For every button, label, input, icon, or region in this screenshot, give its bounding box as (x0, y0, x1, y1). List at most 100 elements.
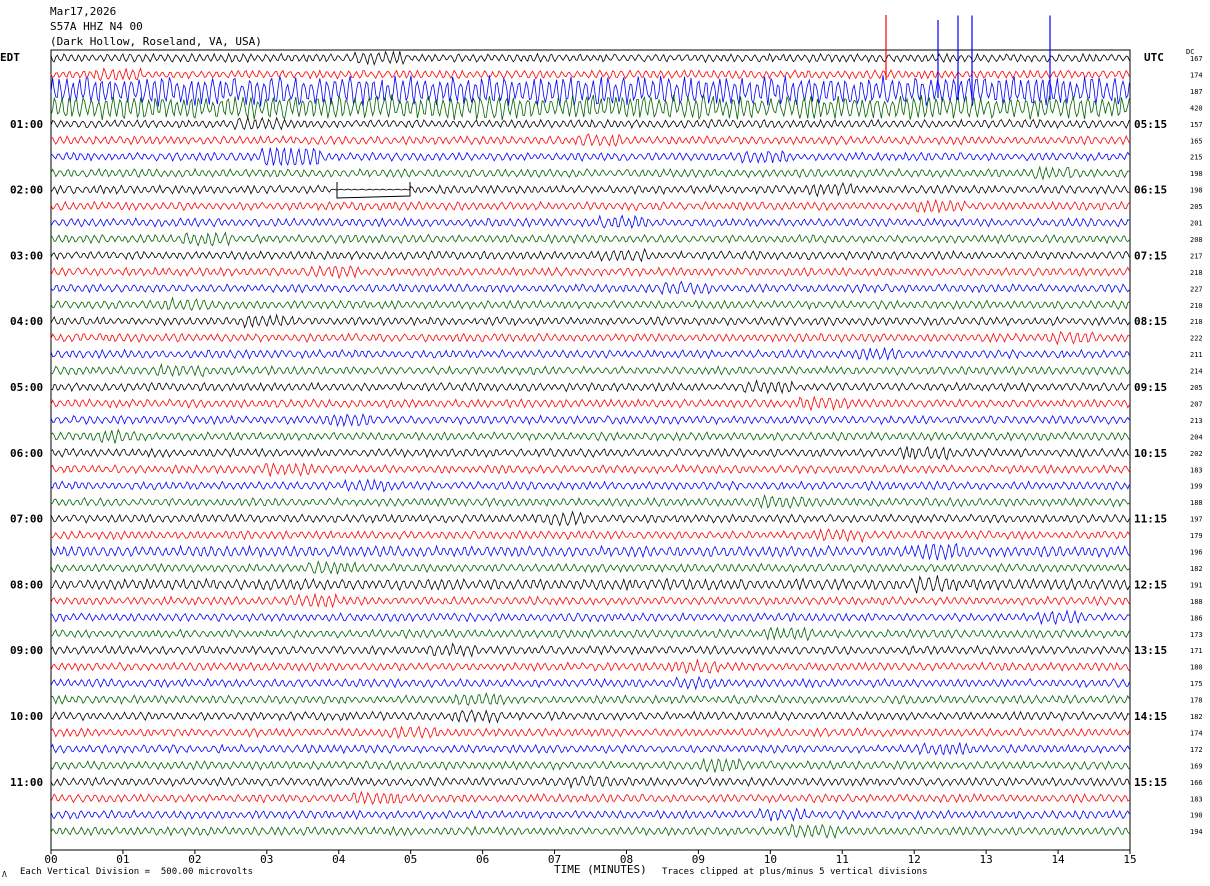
left-hour-label: 10:00 (10, 710, 43, 723)
trace-8 (50, 165, 1130, 181)
trace-26 (50, 462, 1130, 478)
trace-21 (50, 379, 1130, 395)
trace-25 (50, 446, 1130, 461)
right-hour-label: 06:15 (1134, 184, 1167, 197)
trace-32 (50, 560, 1130, 575)
trace-24 (50, 428, 1130, 444)
right-hour-label: 09:15 (1134, 381, 1167, 394)
trace-23 (50, 413, 1130, 428)
x-tick-label: 12 (908, 853, 921, 866)
trace-offset-label: 167 (1190, 55, 1203, 63)
trace-offset-label: 182 (1190, 565, 1203, 573)
trace-offset-label: 217 (1190, 252, 1203, 260)
trace-10 (50, 198, 1130, 214)
left-hour-label: 06:00 (10, 447, 43, 460)
left-hour-label: 04:00 (10, 315, 43, 328)
trace-offset-label: 420 (1190, 104, 1203, 112)
trace-offset-label: 213 (1190, 417, 1203, 425)
trace-offset-label: 188 (1190, 499, 1203, 507)
trace-11 (50, 214, 1130, 230)
plot-frame (50, 49, 1131, 851)
trace-42 (50, 725, 1130, 740)
trace-12 (50, 231, 1130, 247)
trace-offset-label: 207 (1190, 400, 1203, 408)
trace-35 (50, 609, 1130, 626)
trace-offset-label: 205 (1190, 203, 1203, 211)
trace-offset-label: 157 (1190, 121, 1203, 129)
trace-6 (50, 133, 1130, 147)
scale-note: Each Vertical Division = 500.00 microvol… (20, 867, 253, 877)
left-hour-label: 11:00 (10, 776, 43, 789)
right-hour-label: 07:15 (1134, 249, 1167, 262)
trace-offset-label: 215 (1190, 154, 1203, 162)
x-tick-label: 11 (836, 853, 849, 866)
x-tick-label: 03 (260, 853, 273, 866)
x-axis-title: TIME (MINUTES) (554, 863, 647, 876)
left-hour-label: 05:00 (10, 381, 43, 394)
trace-39 (50, 675, 1130, 691)
trace-offset-label: 165 (1190, 137, 1203, 145)
x-tick-label: 02 (188, 853, 201, 866)
left-hour-label: 07:00 (10, 513, 43, 526)
trace-offset-label: 202 (1190, 450, 1203, 458)
trace-19 (50, 347, 1130, 361)
right-hour-label: 05:15 (1134, 118, 1167, 131)
trace-offset-label: 214 (1190, 368, 1203, 376)
right-hour-label: 12:15 (1134, 578, 1167, 591)
right-hour-label: 13:15 (1134, 644, 1167, 657)
trace-22 (50, 395, 1130, 412)
trace-offset-label: 169 (1190, 762, 1203, 770)
trace-43 (50, 742, 1130, 756)
trace-offset-label: 218 (1190, 269, 1203, 277)
trace-46 (50, 790, 1130, 806)
right-hour-label: 15:15 (1134, 776, 1167, 789)
left-hour-label: 01:00 (10, 118, 43, 131)
trace-offset-label: 179 (1190, 532, 1203, 540)
trace-offset-label: 180 (1190, 664, 1203, 672)
trace-48 (50, 823, 1130, 840)
trace-offset-label: 199 (1190, 483, 1203, 491)
trace-41 (50, 709, 1130, 725)
x-tick-label: 10 (764, 853, 777, 866)
right-hour-label: 14:15 (1134, 710, 1167, 723)
left-hour-label: 08:00 (10, 578, 43, 591)
left-hour-label: 03:00 (10, 249, 43, 262)
trace-offset-label: 198 (1190, 187, 1203, 195)
x-tick-label: 05 (404, 853, 417, 866)
left-hour-label: 09:00 (10, 644, 43, 657)
trace-38 (50, 658, 1130, 675)
x-tick-label: 01 (116, 853, 129, 866)
trace-offset-label: 178 (1190, 697, 1203, 705)
trace-16 (50, 296, 1130, 311)
trace-offset-label: 208 (1190, 236, 1203, 244)
trace-offset-label: 183 (1190, 466, 1203, 474)
trace-offset-label: 175 (1190, 680, 1203, 688)
trace-offset-label: 211 (1190, 351, 1203, 359)
trace-offset-label: 196 (1190, 549, 1203, 557)
right-hour-label: 11:15 (1134, 513, 1167, 526)
x-tick-label: 13 (980, 853, 993, 866)
trace-offset-label: 188 (1190, 598, 1203, 606)
trace-28 (50, 493, 1130, 509)
trace-27 (50, 478, 1130, 493)
trace-7 (50, 146, 1130, 167)
trace-offset-label: 197 (1190, 516, 1203, 524)
trace-offset-label: 201 (1190, 220, 1203, 228)
trace-33 (50, 575, 1130, 594)
x-tick-label: 15 (1123, 853, 1136, 866)
trace-17 (50, 313, 1130, 329)
trace-4 (50, 94, 1130, 121)
trace-18 (50, 330, 1130, 346)
trace-offset-label: 166 (1190, 779, 1203, 787)
trace-offset-label: 171 (1190, 647, 1203, 655)
trace-offset-label: 227 (1190, 285, 1203, 293)
x-tick-label: 00 (44, 853, 57, 866)
x-tick-label: 04 (332, 853, 346, 866)
trace-14 (50, 264, 1130, 280)
trace-9 (50, 181, 1130, 198)
trace-30 (50, 528, 1130, 544)
trace-offset-label: 174 (1190, 729, 1203, 737)
trace-31 (50, 543, 1130, 561)
x-tick-label: 14 (1051, 853, 1065, 866)
trace-offset-label: 174 (1190, 71, 1203, 79)
